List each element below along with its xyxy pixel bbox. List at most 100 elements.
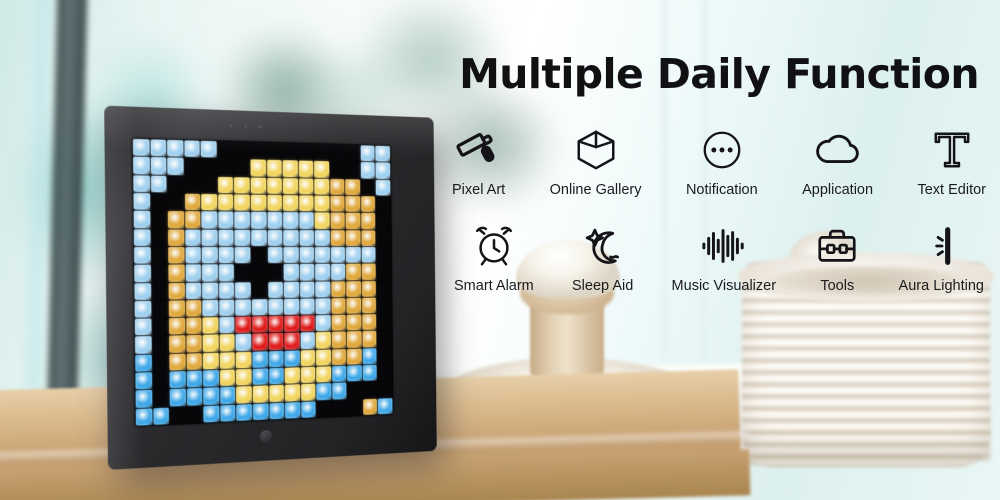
led-pixel [299, 229, 315, 246]
led-pixel [150, 211, 168, 229]
led-pixel [268, 385, 285, 403]
led-pixel [360, 196, 376, 213]
feature-label: Smart Alarm [454, 277, 534, 294]
led-pixel [267, 246, 283, 264]
feature-label: Aura Lighting [898, 277, 984, 294]
led-pixel [347, 365, 362, 382]
led-pixel [375, 145, 391, 162]
led-pixel [169, 406, 186, 425]
led-pixel [362, 364, 378, 382]
led-pixel [152, 336, 169, 354]
led-pixel [315, 298, 331, 315]
led-pixel [234, 176, 250, 194]
led-pixel [346, 246, 361, 263]
feature-online-gallery[interactable]: Online Gallery [550, 122, 642, 198]
led-pixel [377, 330, 392, 347]
led-pixel [184, 140, 200, 158]
feature-tools[interactable]: Tools [814, 218, 860, 294]
led-pixel [252, 403, 269, 421]
led-pixel [151, 318, 169, 336]
led-pixel [376, 196, 391, 213]
led-pixel [378, 381, 393, 398]
led-pixel [300, 349, 316, 367]
led-pixel [283, 298, 300, 316]
led-pixel [376, 263, 392, 280]
led-pixel [300, 366, 316, 384]
led-pixel [252, 368, 268, 386]
led-pixel [345, 229, 361, 246]
led-pixel [330, 178, 345, 195]
led-pixel [167, 175, 184, 193]
led-pixel [202, 334, 219, 352]
led-pixel [300, 383, 316, 401]
feature-label: Notification [685, 181, 758, 198]
feature-text-editor[interactable]: Text Editor [917, 122, 986, 198]
led-pixel [150, 157, 167, 175]
led-pixel [283, 264, 299, 281]
led-pixel [361, 263, 377, 280]
led-pixel [266, 177, 282, 194]
led-pixel [217, 158, 234, 176]
led-pixel [346, 280, 362, 297]
led-pixel [284, 367, 300, 385]
led-pixel [346, 297, 362, 314]
led-pixel [298, 178, 314, 195]
led-pixel [267, 264, 283, 281]
led-pixel [167, 193, 184, 211]
moon-star-icon [577, 218, 629, 274]
led-pixel [266, 160, 282, 177]
led-pixel [201, 229, 218, 246]
led-pixel [267, 298, 284, 316]
feature-content: Multiple Daily Function Pixel Art Online… [452, 53, 986, 314]
led-pixel [133, 156, 150, 175]
led-pixel [284, 315, 300, 333]
led-pixel [150, 139, 167, 157]
led-pixel [133, 210, 151, 228]
led-pixel [360, 179, 376, 196]
led-pixel [234, 211, 251, 229]
led-pixel [316, 400, 332, 418]
led-pixel [203, 370, 219, 388]
feature-aura-lighting[interactable]: Aura Lighting [899, 218, 984, 294]
led-pixel [346, 314, 362, 331]
cube-icon [573, 122, 619, 178]
led-pixel [316, 366, 332, 383]
feature-notification[interactable]: Notification [686, 122, 758, 198]
led-pixel [285, 401, 301, 419]
led-pixel [151, 282, 168, 300]
feature-sleep-aid[interactable]: Sleep Aid [572, 218, 633, 294]
led-pixel [169, 388, 186, 407]
led-pixel [251, 281, 267, 299]
led-pixel [235, 334, 252, 351]
led-screen[interactable] [131, 137, 394, 427]
feature-label: Application [802, 181, 874, 198]
feature-label: Pixel Art [452, 181, 506, 198]
feature-pixel-art[interactable]: Pixel Art [452, 122, 505, 198]
feature-music-visualizer[interactable]: Music Visualizer [672, 218, 776, 294]
led-pixel [266, 194, 283, 212]
led-pixel [360, 145, 375, 162]
led-pixel [345, 161, 360, 179]
led-pixel [219, 386, 236, 405]
led-pixel [267, 212, 283, 229]
led-pixel [236, 403, 253, 421]
led-pixel [184, 158, 201, 176]
feature-application[interactable]: Application [802, 122, 873, 198]
led-pixel [168, 264, 185, 282]
led-pixel [220, 404, 236, 422]
led-pixel [152, 371, 169, 390]
led-pixel [135, 408, 153, 426]
led-pixel [361, 213, 376, 230]
led-pixel [314, 195, 330, 212]
led-pixel [201, 176, 217, 194]
led-pixel [186, 405, 203, 424]
feature-smart-alarm[interactable]: Smart Alarm [454, 218, 534, 294]
led-pixel [219, 351, 236, 369]
pixel-art-led-frame[interactable] [104, 105, 437, 470]
led-pixel [185, 317, 202, 335]
led-pixel [135, 390, 152, 408]
led-pixel [219, 369, 236, 387]
led-pixel [250, 177, 266, 194]
led-pixel [362, 398, 378, 415]
led-pixel [150, 175, 167, 193]
